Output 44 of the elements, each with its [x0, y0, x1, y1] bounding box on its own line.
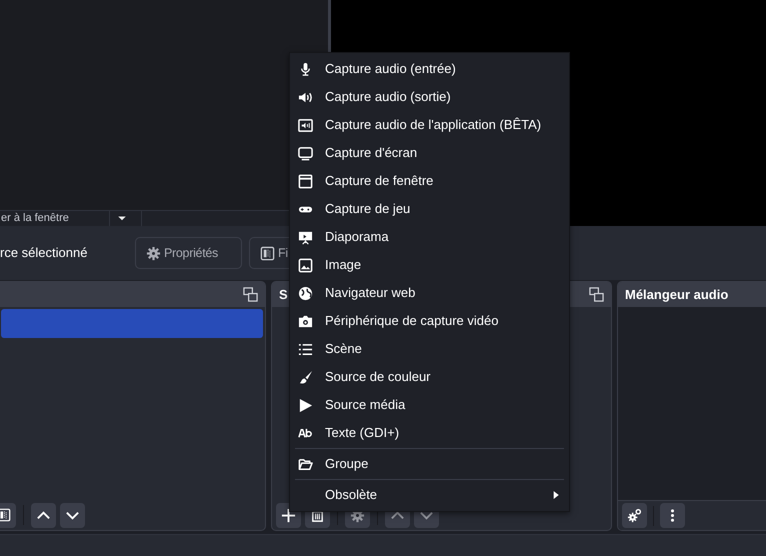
image-icon	[298, 258, 313, 272]
menu-item[interactable]: Capture audio de l'application (BÊTA)	[290, 111, 569, 139]
menu-item[interactable]: Capture de jeu	[290, 195, 569, 223]
more-button[interactable]	[660, 503, 685, 528]
menu-item[interactable]: Image	[290, 251, 569, 279]
submenu-item[interactable]: Obsolète	[290, 481, 569, 509]
popout-icon	[589, 287, 604, 302]
menu-item[interactable]: Capture audio (sortie)	[290, 83, 569, 111]
move-up-button[interactable]	[31, 502, 56, 528]
projector-icon	[298, 230, 313, 244]
gear-icon	[146, 246, 161, 260]
menu-item[interactable]: Périphérique de capture vidéo	[290, 307, 569, 335]
folder-icon	[298, 456, 313, 472]
menu-item[interactable]: Diaporama	[290, 223, 569, 251]
microphone-icon	[298, 62, 313, 76]
filter-icon	[0, 508, 10, 522]
move-down-button[interactable]	[60, 502, 85, 528]
settings-icon	[627, 508, 642, 523]
properties-button[interactable]: Propriétés	[135, 237, 242, 269]
monitor-icon	[298, 146, 313, 160]
submenu-arrow-icon	[552, 489, 561, 501]
menu-item[interactable]: Capture audio (entrée)	[290, 55, 569, 83]
menu-item[interactable]: Navigateur web	[290, 279, 569, 307]
menu-item[interactable]: Source média	[290, 391, 569, 419]
menu-item[interactable]: Groupe	[290, 450, 569, 478]
menu-item[interactable]: Scène	[290, 335, 569, 363]
play-icon	[298, 398, 313, 412]
menu-item[interactable]: Capture d'écran	[290, 139, 569, 167]
add-icon	[281, 508, 296, 522]
menu-item[interactable]: Capture de fenêtre	[290, 167, 569, 195]
settings-button[interactable]	[622, 503, 647, 528]
panel-title: S	[279, 286, 288, 304]
window-icon	[298, 174, 313, 188]
app-audio-icon	[298, 118, 313, 132]
camera-icon	[298, 314, 313, 328]
menu-item[interactable]: Texte (GDI+)	[290, 419, 569, 447]
globe-icon	[298, 286, 313, 300]
filter-icon	[260, 246, 275, 260]
popout-icon	[243, 287, 258, 302]
list-icon	[298, 342, 313, 356]
brush-icon	[298, 370, 313, 384]
selected-source-label: rce sélectionné	[0, 244, 88, 262]
panel-title: Mélangeur audio	[625, 286, 728, 304]
menu-item[interactable]: Source de couleur	[290, 363, 569, 391]
